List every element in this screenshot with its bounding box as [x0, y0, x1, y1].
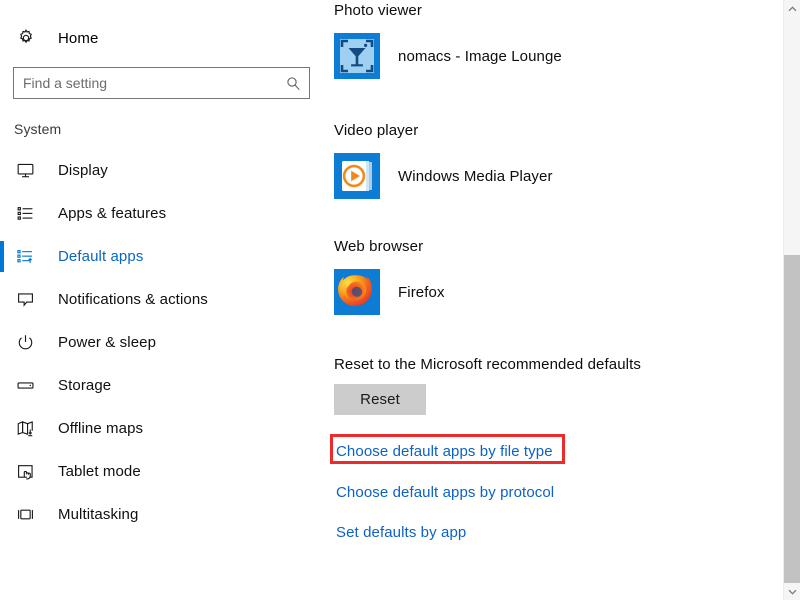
- sidebar-section-label: System: [14, 121, 62, 137]
- link-choose-default-apps-by-protocol[interactable]: Choose default apps by protocol: [336, 484, 554, 501]
- selection-accent: [0, 284, 4, 315]
- chevron-up-icon[interactable]: [784, 0, 800, 17]
- selection-accent: [0, 198, 4, 229]
- multitask-icon: [14, 504, 36, 526]
- category-web-browser: Web browser Firefox: [334, 238, 445, 315]
- nomacs-icon: [334, 33, 380, 79]
- reset-section: Reset to the Microsoft recommended defau…: [334, 356, 641, 415]
- sidebar: Home System: [0, 0, 322, 600]
- tablet-hand-icon: [14, 461, 36, 483]
- sidebar-item-home[interactable]: Home: [0, 21, 322, 55]
- gear-icon: [14, 26, 38, 50]
- chevron-down-icon[interactable]: [784, 583, 800, 600]
- selection-accent: [0, 456, 4, 487]
- category-title: Photo viewer: [334, 2, 422, 19]
- category-title: Video player: [334, 122, 419, 139]
- default-app-photo-viewer[interactable]: nomacs - Image Lounge: [334, 33, 562, 79]
- drive-icon: [14, 375, 36, 397]
- sidebar-item-power-sleep[interactable]: Power & sleep: [0, 321, 322, 364]
- sidebar-item-label: Notifications & actions: [58, 291, 208, 308]
- sidebar-item-label: Multitasking: [58, 506, 139, 523]
- sidebar-item-label: Tablet mode: [58, 463, 141, 480]
- link-choose-default-apps-by-file-type[interactable]: Choose default apps by file type: [336, 443, 553, 460]
- sidebar-item-apps-features[interactable]: Apps & features: [0, 192, 322, 235]
- search-icon[interactable]: [285, 75, 301, 91]
- default-app-video-player[interactable]: Windows Media Player: [334, 153, 553, 199]
- sidebar-item-default-apps[interactable]: Default apps: [0, 235, 322, 278]
- default-app-name: nomacs - Image Lounge: [398, 47, 562, 65]
- sidebar-item-label: Storage: [58, 377, 112, 394]
- sidebar-item-storage[interactable]: Storage: [0, 364, 322, 407]
- sidebar-item-label: Display: [58, 162, 108, 179]
- category-video-player: Video player Windows Media Player: [334, 122, 553, 199]
- list-arrow-icon: [14, 246, 36, 268]
- search-box[interactable]: [13, 67, 310, 99]
- sidebar-item-label: Apps & features: [58, 205, 167, 222]
- link-set-defaults-by-app[interactable]: Set defaults by app: [336, 524, 466, 541]
- sidebar-item-display[interactable]: Display: [0, 149, 322, 192]
- search-input[interactable]: [14, 68, 272, 98]
- sidebar-home-label: Home: [58, 29, 99, 47]
- selection-accent: [0, 327, 4, 358]
- map-download-icon: [14, 418, 36, 440]
- scrollbar-thumb[interactable]: [784, 255, 800, 583]
- sidebar-item-label: Power & sleep: [58, 334, 157, 351]
- sidebar-item-notifications-actions[interactable]: Notifications & actions: [0, 278, 322, 321]
- category-title: Web browser: [334, 238, 424, 255]
- power-icon: [14, 332, 36, 354]
- monitor-icon: [14, 160, 36, 182]
- list-icon: [14, 203, 36, 225]
- reset-button[interactable]: Reset: [334, 384, 426, 415]
- default-app-name: Windows Media Player: [398, 167, 553, 185]
- main-content: Photo viewer nomacs - Image Lounge Video…: [322, 0, 800, 600]
- settings-window: Home System: [0, 0, 800, 600]
- selection-accent: [0, 155, 4, 186]
- sidebar-item-label: Default apps: [58, 248, 144, 265]
- speech-bubble-icon: [14, 289, 36, 311]
- reset-section-title: Reset to the Microsoft recommended defau…: [334, 356, 641, 373]
- sidebar-nav: Display Apps & features Default apps Not…: [0, 149, 322, 536]
- vertical-scrollbar[interactable]: [783, 0, 800, 600]
- selection-accent: [0, 370, 4, 401]
- selection-accent: [0, 241, 4, 272]
- category-photo-viewer: Photo viewer nomacs - Image Lounge: [334, 2, 562, 79]
- default-app-name: Firefox: [398, 283, 445, 301]
- sidebar-item-multitasking[interactable]: Multitasking: [0, 493, 322, 536]
- sidebar-item-label: Offline maps: [58, 420, 144, 437]
- sidebar-item-tablet-mode[interactable]: Tablet mode: [0, 450, 322, 493]
- selection-accent: [0, 413, 4, 444]
- firefox-icon: [334, 269, 380, 315]
- sidebar-item-offline-maps[interactable]: Offline maps: [0, 407, 322, 450]
- windows-media-player-icon: [334, 153, 380, 199]
- default-app-web-browser[interactable]: Firefox: [334, 269, 445, 315]
- selection-accent: [0, 499, 4, 530]
